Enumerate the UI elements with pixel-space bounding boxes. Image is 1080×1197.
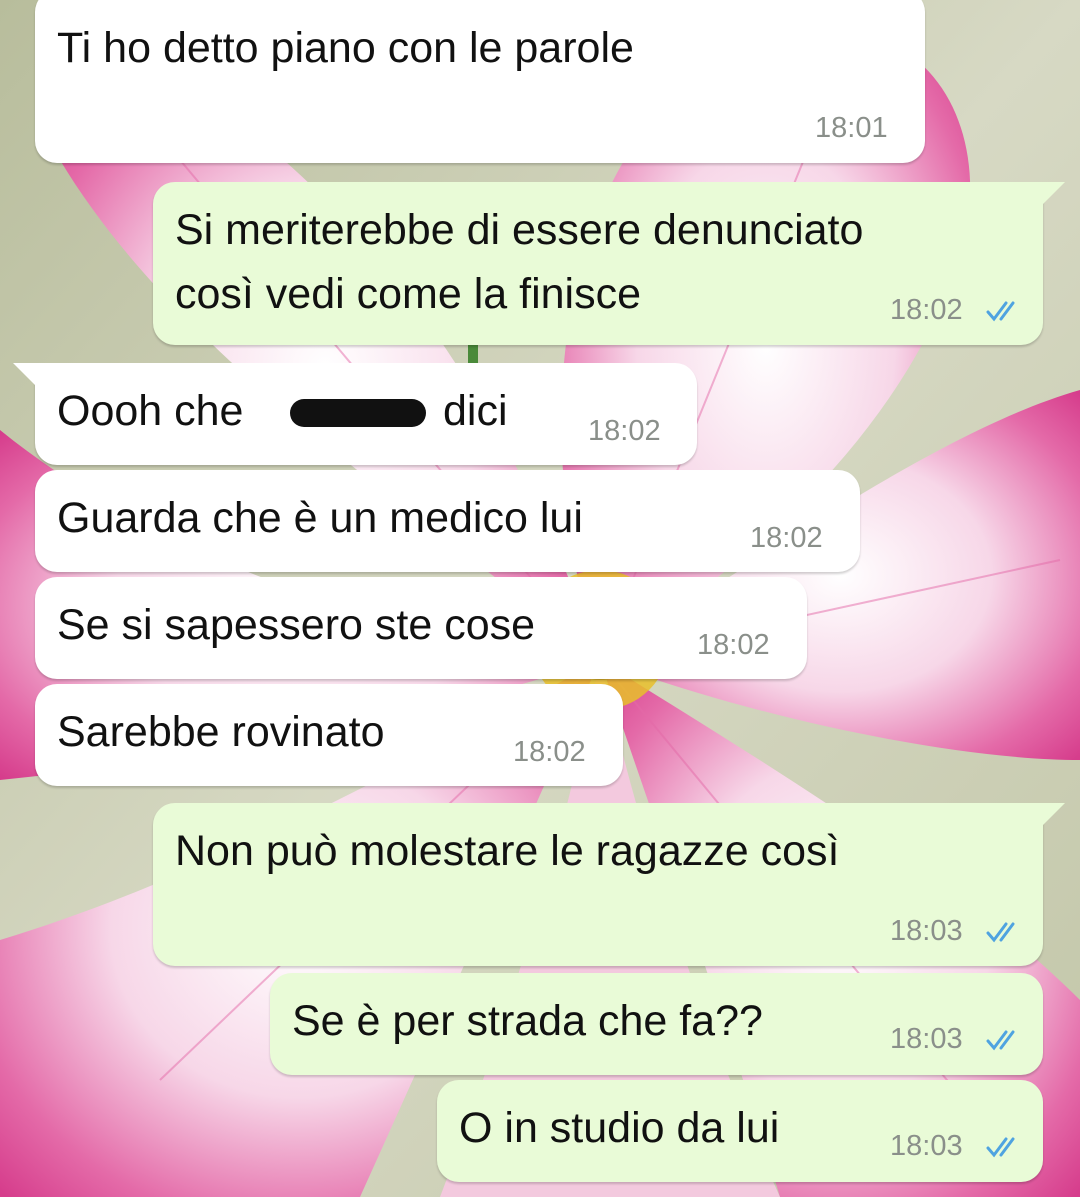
message-text: Se è per strada che fa??: [292, 997, 763, 1045]
message-time: 18:03: [890, 915, 963, 947]
message-bubble-outgoing[interactable]: Non può molestare le ragazze così 18:03: [153, 803, 1043, 966]
message-bubble-incoming[interactable]: Ti ho detto piano con le parole 18:01: [35, 0, 925, 163]
double-check-icon: [986, 1137, 1015, 1158]
message-text: Ti ho detto piano con le parole: [57, 24, 634, 72]
message-time: 18:03: [890, 1130, 963, 1162]
message-text-start: Oooh che: [57, 387, 244, 435]
bubble-tail: [13, 363, 35, 385]
double-check-icon: [986, 922, 1015, 943]
message-time: 18:02: [513, 736, 586, 768]
message-bubble-incoming[interactable]: Guarda che è un medico lui 18:02: [35, 470, 860, 572]
message-text: Non può molestare le ragazze così: [175, 827, 840, 875]
message-text-end: dici: [443, 387, 508, 435]
message-text: Guarda che è un medico lui: [57, 494, 583, 542]
double-check-icon: [986, 301, 1015, 322]
message-list[interactable]: Ti ho detto piano con le parole 18:01 Si…: [0, 0, 1080, 1197]
bubble-tail: [1043, 182, 1065, 204]
message-text: Se si sapessero ste cose: [57, 601, 536, 649]
bubble-tail: [1043, 803, 1065, 825]
message-time: 18:01: [815, 112, 888, 144]
message-bubble-incoming[interactable]: Se si sapessero ste cose 18:02: [35, 577, 807, 679]
message-time: 18:02: [588, 415, 661, 447]
double-check-icon: [986, 1030, 1015, 1051]
message-bubble-outgoing[interactable]: O in studio da lui 18:03: [437, 1080, 1043, 1182]
message-bubble-incoming[interactable]: Oooh che dici 18:02: [35, 363, 697, 465]
message-bubble-outgoing[interactable]: Si meriterebbe di essere denunciato così…: [153, 182, 1043, 345]
message-bubble-incoming[interactable]: Sarebbe rovinato 18:02: [35, 684, 623, 786]
message-text: Sarebbe rovinato: [57, 708, 385, 756]
message-bubble-outgoing[interactable]: Se è per strada che fa?? 18:03: [270, 973, 1043, 1075]
censored-word: [290, 399, 426, 427]
message-text-line-2: così vedi come la finisce: [175, 270, 642, 318]
message-text-line-1: Si meriterebbe di essere denunciato: [175, 206, 864, 254]
message-text: O in studio da lui: [459, 1104, 780, 1152]
message-time: 18:02: [890, 294, 963, 326]
message-time: 18:02: [697, 629, 770, 661]
message-time: 18:02: [750, 522, 823, 554]
message-time: 18:03: [890, 1023, 963, 1055]
